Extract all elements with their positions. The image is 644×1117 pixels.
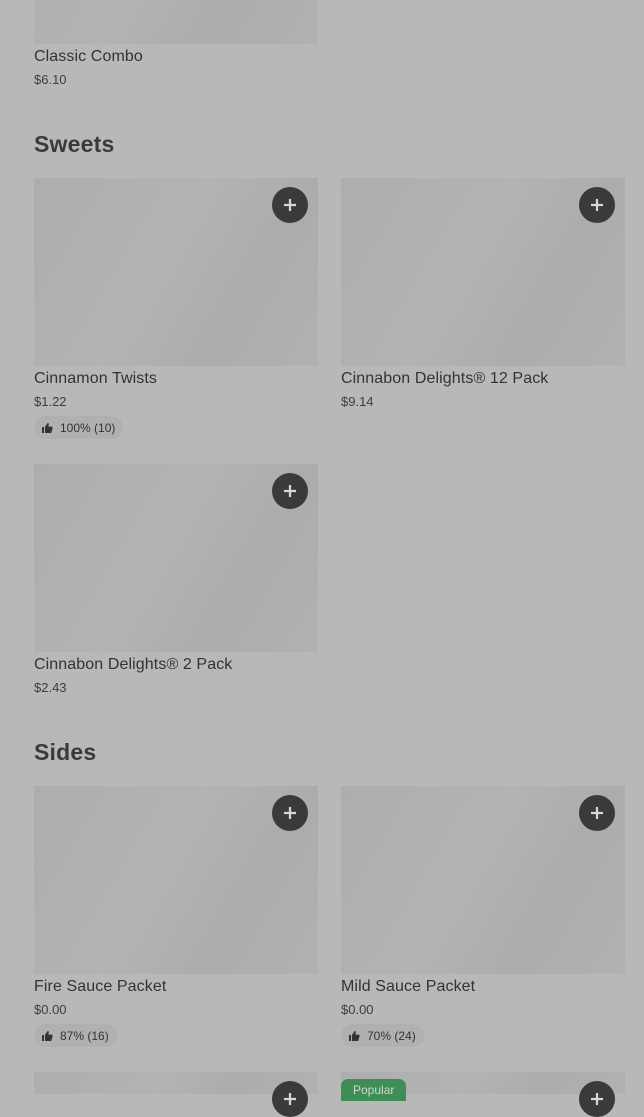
add-to-cart-button[interactable]: [579, 1081, 615, 1117]
add-to-cart-button[interactable]: [272, 795, 308, 831]
plus-icon: [284, 807, 296, 819]
rating-badge: 87% (16): [34, 1024, 117, 1047]
item-price: $1.22: [34, 394, 67, 409]
item-name[interactable]: Fire Sauce Packet: [34, 978, 166, 996]
plus-icon: [591, 199, 603, 211]
thumbs-up-icon: [42, 422, 53, 433]
item-price: $6.10: [34, 72, 67, 87]
item-name[interactable]: Cinnabon Delights® 12 Pack: [341, 370, 548, 388]
thumbs-up-icon: [349, 1030, 360, 1041]
thumbs-up-icon: [42, 1030, 53, 1041]
add-to-cart-button[interactable]: [579, 795, 615, 831]
rating-text: 87% (16): [60, 1028, 109, 1043]
add-to-cart-button[interactable]: [272, 187, 308, 223]
section-title-sweets: Sweets: [34, 131, 115, 157]
rating-text: 70% (24): [367, 1028, 416, 1043]
item-image-classic-combo[interactable]: [34, 0, 318, 44]
item-name[interactable]: Mild Sauce Packet: [341, 978, 475, 996]
plus-icon: [284, 1093, 296, 1105]
item-name[interactable]: Cinnabon Delights® 2 Pack: [34, 656, 232, 674]
plus-icon: [284, 199, 296, 211]
item-price: $0.00: [341, 1002, 374, 1017]
item-name[interactable]: Classic Combo: [34, 48, 143, 66]
item-name[interactable]: Cinnamon Twists: [34, 370, 157, 388]
item-price: $9.14: [341, 394, 374, 409]
plus-icon: [284, 485, 296, 497]
section-title-sides: Sides: [34, 739, 97, 765]
add-to-cart-button[interactable]: [272, 1081, 308, 1117]
popular-badge: Popular: [341, 1079, 407, 1101]
rating-badge: 70% (24): [341, 1024, 424, 1047]
rating-text: 100% (10): [60, 420, 116, 435]
add-to-cart-button[interactable]: [272, 473, 308, 509]
rating-badge: 100% (10): [34, 416, 124, 439]
item-price: $0.00: [34, 1002, 67, 1017]
plus-icon: [591, 1093, 603, 1105]
add-to-cart-button[interactable]: [579, 187, 615, 223]
item-price: $2.43: [34, 680, 67, 695]
plus-icon: [591, 807, 603, 819]
